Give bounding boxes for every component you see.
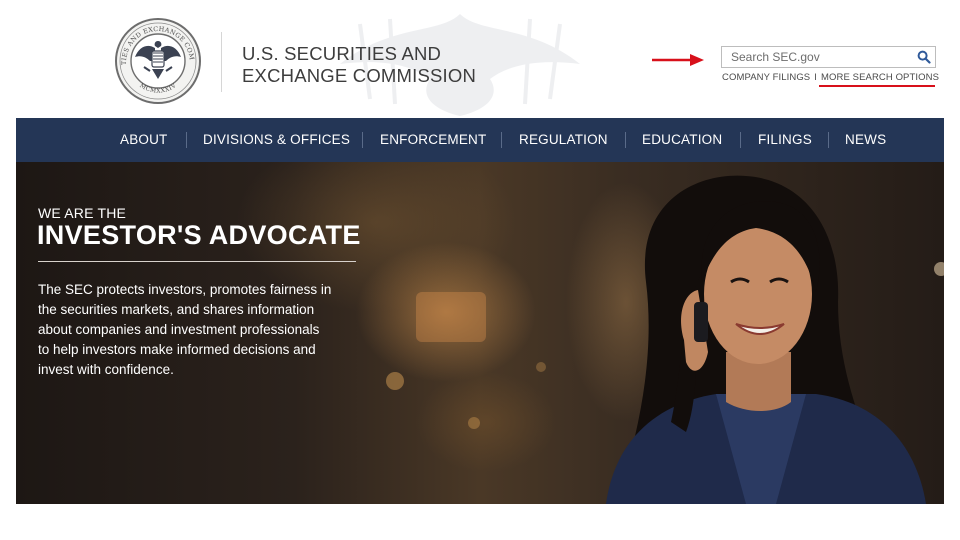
search-box[interactable] (721, 46, 936, 68)
agency-name-line1: U.S. SECURITIES AND (242, 43, 442, 64)
nav-separator (740, 132, 741, 148)
search-links: COMPANY FILINGS I MORE SEARCH OPTIONS (722, 72, 939, 83)
nav-separator (828, 132, 829, 148)
hero-title: INVESTOR'S ADVOCATE (37, 220, 361, 250)
nav-separator (625, 132, 626, 148)
company-filings-link[interactable]: COMPANY FILINGS (722, 72, 810, 83)
main-nav: ABOUT DIVISIONS & OFFICES ENFORCEMENT RE… (16, 118, 944, 162)
bokeh-light (386, 372, 404, 390)
brand-divider (221, 32, 222, 92)
hero-description-line: to help investors make informed decision… (38, 342, 316, 357)
hero-description-line: invest with confidence. (38, 362, 174, 377)
hero-description: The SEC protects investors, promotes fai… (38, 280, 368, 380)
agency-name[interactable]: U.S. SECURITIES AND EXCHANGE COMMISSION (242, 43, 476, 87)
hero-banner: WE ARE THE INVESTOR'S ADVOCATE The SEC p… (16, 162, 944, 504)
bokeh-light (416, 292, 486, 342)
bokeh-light (468, 417, 480, 429)
bokeh-light (536, 362, 546, 372)
sec-seal-logo[interactable]: SECURITIES AND EXCHANGE COMMISSION MCMXX… (114, 17, 202, 105)
nav-item-divisions-offices[interactable]: DIVISIONS & OFFICES (203, 118, 350, 162)
nav-item-education[interactable]: EDUCATION (642, 118, 722, 162)
nav-item-enforcement[interactable]: ENFORCEMENT (380, 118, 486, 162)
nav-separator (186, 132, 187, 148)
nav-item-news[interactable]: NEWS (845, 118, 886, 162)
hero-kicker: WE ARE THE (38, 205, 127, 221)
annotation-underline (819, 85, 935, 87)
hero-divider (38, 261, 356, 262)
annotation-arrow-icon (652, 54, 704, 66)
search-input[interactable] (722, 47, 912, 67)
woman-on-phone-photo (606, 175, 926, 504)
search-links-separator: I (814, 72, 817, 83)
agency-name-line2: EXCHANGE COMMISSION (242, 65, 477, 86)
site-header: SECURITIES AND EXCHANGE COMMISSION MCMXX… (0, 0, 960, 118)
hero-description-line: the securities markets, and shares infor… (38, 302, 315, 317)
nav-item-regulation[interactable]: REGULATION (519, 118, 608, 162)
search-icon[interactable] (917, 50, 931, 64)
nav-item-about[interactable]: ABOUT (120, 118, 168, 162)
hero-description-line: about companies and investment professio… (38, 322, 320, 337)
hero-description-line: The SEC protects investors, promotes fai… (38, 282, 332, 297)
more-search-options-link[interactable]: MORE SEARCH OPTIONS (821, 72, 939, 83)
nav-separator (501, 132, 502, 148)
nav-item-filings[interactable]: FILINGS (758, 118, 812, 162)
nav-separator (362, 132, 363, 148)
